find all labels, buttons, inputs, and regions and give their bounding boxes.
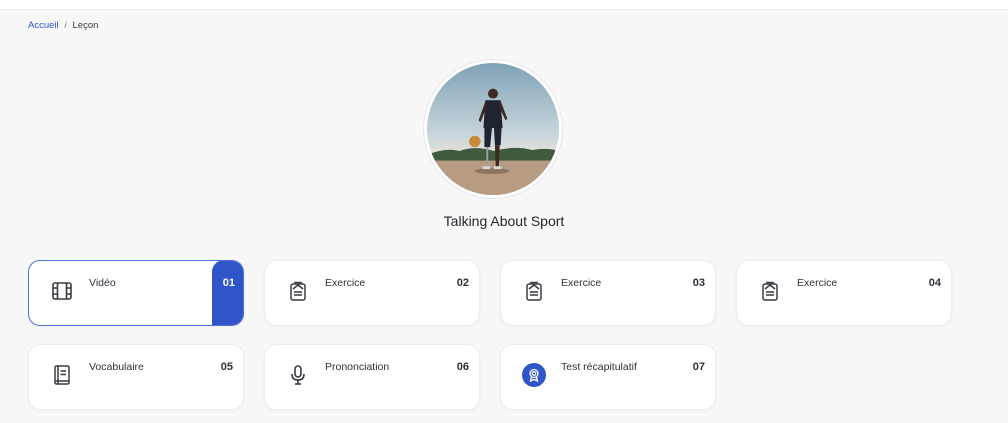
activity-card-number: 05 xyxy=(220,361,233,373)
activity-card-exercise[interactable]: Exercice 04 xyxy=(736,260,952,326)
active-tab xyxy=(212,261,243,325)
activity-card-pronunciation[interactable]: Prononciation 06 xyxy=(264,344,480,410)
activity-card-label: Exercice xyxy=(797,277,838,289)
activity-card-number: 01 xyxy=(222,277,235,289)
activity-card-number: 06 xyxy=(456,361,469,373)
activity-card-exercise[interactable]: Exercice 03 xyxy=(500,260,716,326)
microphone-icon xyxy=(285,362,311,388)
activity-card-vocabulary[interactable]: Vocabulaire 05 xyxy=(28,344,244,410)
breadcrumb-current: Leçon xyxy=(72,20,99,31)
activity-card-label: Prononciation xyxy=(325,361,390,373)
award-badge-icon xyxy=(521,362,547,388)
activity-card-video[interactable]: Vidéo 01 xyxy=(28,260,244,326)
clipboard-icon xyxy=(521,278,547,304)
activity-card-label: Test récapitulatif xyxy=(561,361,637,373)
activity-card-summary-test[interactable]: Test récapitulatif 07 xyxy=(500,344,716,410)
activity-card-number: 07 xyxy=(692,361,705,373)
lesson-image xyxy=(424,60,562,198)
activity-card-label: Exercice xyxy=(561,277,602,289)
activity-card-label: Vocabulaire xyxy=(89,361,144,373)
breadcrumb-separator: / xyxy=(64,20,67,31)
breadcrumb: Accueil / Leçon xyxy=(28,20,98,31)
book-icon xyxy=(49,362,75,388)
activity-card-number: 04 xyxy=(928,277,941,289)
top-bar xyxy=(0,0,1008,10)
activity-card-label: Vidéo xyxy=(89,277,116,289)
breadcrumb-home-link[interactable]: Accueil xyxy=(28,20,59,31)
activity-card-label: Exercice xyxy=(325,277,366,289)
activity-card-number: 03 xyxy=(692,277,705,289)
clipboard-icon xyxy=(285,278,311,304)
clipboard-icon xyxy=(757,278,783,304)
film-icon xyxy=(49,278,75,304)
lesson-title: Talking About Sport xyxy=(443,213,565,229)
activity-card-exercise[interactable]: Exercice 02 xyxy=(264,260,480,326)
activity-card-number: 02 xyxy=(456,277,469,289)
